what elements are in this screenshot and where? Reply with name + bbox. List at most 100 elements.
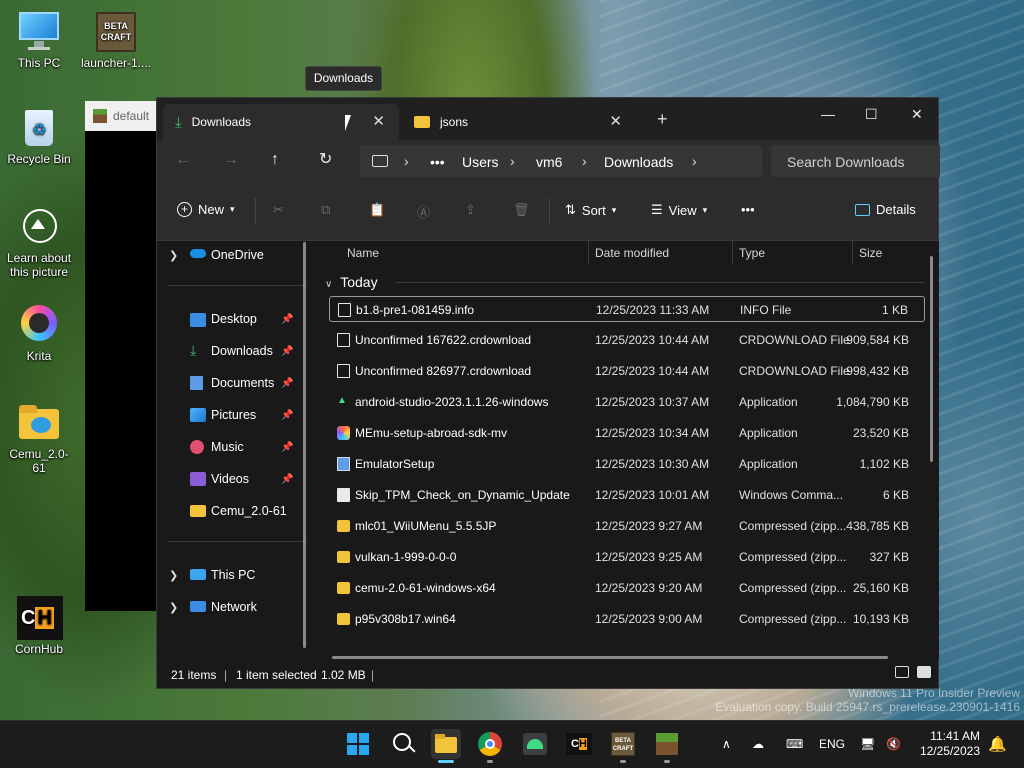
copy-icon[interactable]: ⧉ [321,202,330,218]
file-row[interactable]: Unconfirmed 826977.crdownload 12/25/2023 … [329,358,925,384]
column-divider[interactable] [588,241,589,265]
background-window-titlebar[interactable]: default [85,101,160,131]
pin-icon[interactable]: 📌 [281,314,293,325]
paste-icon[interactable]: 📋 [369,202,385,218]
file-row[interactable]: cemu-2.0-61-windows-x64 12/25/2023 9:20 A… [329,575,925,601]
cornhub-icon[interactable]: CH [564,729,594,759]
desktop-icon-launcher[interactable]: BETA CRAFT launcher-1.... [80,10,152,70]
file-row[interactable]: EmulatorSetup 12/25/2023 10:30 AM Applicat… [329,451,925,477]
pin-icon[interactable]: 📌 [281,378,293,389]
pin-icon[interactable]: 📌 [281,442,293,453]
sidebar-item-music[interactable]: Music 📌 [157,433,307,461]
breadcrumb-users[interactable]: Users [462,154,499,170]
onedrive-cloud-icon[interactable]: ☁ [752,737,764,751]
new-tab-button[interactable]: + [657,110,668,128]
breadcrumb-chevron-icon[interactable]: › [692,153,697,169]
chrome-icon[interactable] [475,729,505,759]
close-tab-icon[interactable]: ✕ [609,114,622,129]
close-window-button[interactable]: ✕ [911,106,923,123]
column-divider[interactable] [852,241,853,265]
view-button[interactable]: ☰ View ▾ [651,202,707,218]
minimize-button[interactable]: — [821,106,835,122]
file-row[interactable]: Unconfirmed 167622.crdownload 12/25/2023 … [329,327,925,353]
desktop-icon-cornhub[interactable]: CH CornHub [3,596,75,656]
pin-icon[interactable]: 📌 [281,346,293,357]
column-divider[interactable] [732,241,733,265]
forward-arrow-icon[interactable]: → [223,152,239,168]
android-studio-icon[interactable] [520,729,550,759]
sidebar-item-pictures[interactable]: Pictures 📌 [157,401,307,429]
keyboard-icon[interactable]: ⌨ [786,737,803,751]
status-divider: | [371,668,375,682]
address-bar[interactable]: › ••• Users › vm6 › Downloads › [360,145,762,177]
cut-icon[interactable]: ✂ [273,202,284,218]
chevron-right-icon[interactable]: ❯ [169,601,178,614]
file-row[interactable]: Skip_TPM_Check_on_Dynamic_Update 12/25/20… [329,482,925,508]
rename-icon[interactable]: Ⓐ [417,202,430,221]
chevron-right-icon[interactable]: ❯ [169,569,178,582]
tiles-view-icon[interactable] [917,666,931,678]
file-row[interactable]: mlc01_WiiUMenu_5.5.5JP 12/25/2023 9:27 AM… [329,513,925,539]
sidebar-item-cemu[interactable]: Cemu_2.0-61 [157,497,307,525]
pin-icon[interactable]: 📌 [281,410,293,421]
file-list-vertical-scrollbar[interactable] [930,256,933,462]
details-button[interactable]: Details [855,202,916,217]
sidebar-item-onedrive[interactable]: ❯ OneDrive [157,241,307,269]
more-options-button[interactable]: ••• [741,202,755,217]
search-icon[interactable] [388,729,418,759]
sidebar-item-desktop[interactable]: Desktop 📌 [157,305,307,333]
new-button[interactable]: + New ▾ [177,202,235,217]
sidebar-item-documents[interactable]: Documents 📌 [157,369,307,397]
breadcrumb-overflow[interactable]: ••• [430,154,445,170]
zip-folder-icon [337,551,350,563]
notification-bell-icon[interactable]: 🔔 [988,735,1007,753]
network-icon[interactable]: 🖥 [860,737,875,751]
file-row[interactable]: b1.8-pre1-081459.info 12/25/2023 11:33 AM… [329,296,925,322]
breadcrumb-downloads[interactable]: Downloads [604,154,673,170]
back-arrow-icon[interactable]: ← [175,152,191,168]
start-icon[interactable] [343,729,373,759]
column-header-size[interactable]: Size [859,246,882,260]
chevron-right-icon[interactable]: ❯ [169,249,178,262]
file-explorer-icon[interactable] [431,729,461,759]
sidebar-item-this-pc[interactable]: ❯ This PC [157,561,307,589]
desktop-icon-this-pc[interactable]: This PC [3,10,75,70]
desktop-icon-recycle-bin[interactable]: ♻ Recycle Bin [3,106,75,166]
group-header-today[interactable]: ∨ Today [325,274,925,290]
breadcrumb-vm6[interactable]: vm6 [536,154,562,170]
column-header-name[interactable]: Name [347,246,379,260]
sidebar-item-videos[interactable]: Videos 📌 [157,465,307,493]
tab-downloads[interactable]: ⤓ Downloads ✕ [163,104,399,140]
betacraft-icon[interactable]: BETA CRAFT [608,729,638,759]
tab-jsons[interactable]: jsons ✕ [404,104,636,140]
show-hidden-icons-chevron-icon[interactable]: ∧ [722,737,731,751]
sidebar-scrollbar[interactable] [303,242,306,648]
file-row[interactable]: ▲ android-studio-2023.1.1.26-windows 12/25… [329,389,925,415]
desktop-icon-learn-about-picture[interactable]: Learn about this picture [3,205,75,279]
up-arrow-icon[interactable]: ↑ [271,152,279,168]
delete-icon[interactable]: 🗑 [513,202,530,218]
file-list-horizontal-scrollbar[interactable] [332,656,888,659]
file-row[interactable]: vulkan-1-999-0-0-0 12/25/2023 9:25 AM Comp… [329,544,925,570]
minecraft-icon[interactable] [652,729,682,759]
volume-muted-icon[interactable]: 🔇 [886,737,901,751]
background-window[interactable]: default [85,101,160,611]
search-box[interactable]: Search Downloads [771,145,940,177]
maximize-button[interactable]: ☐ [865,106,878,123]
sidebar-item-downloads[interactable]: ⤓ Downloads 📌 [157,337,307,365]
file-row[interactable]: p95v308b17.win64 12/25/2023 9:00 AM Compre… [329,606,925,632]
column-header-type[interactable]: Type [739,246,765,260]
file-row[interactable]: MEmu-setup-abroad-sdk-mv 12/25/2023 10:34… [329,420,925,446]
sort-button[interactable]: ⇅ Sort ▾ [565,202,616,218]
details-view-icon[interactable] [895,666,909,678]
pin-icon[interactable]: 📌 [281,474,293,485]
sidebar-item-network[interactable]: ❯ Network [157,593,307,621]
close-tab-icon[interactable]: ✕ [372,114,385,129]
column-header-date[interactable]: Date modified [595,246,669,260]
desktop-icon-cemu[interactable]: Cemu_2.0-61 [3,401,75,475]
taskbar-clock[interactable]: 11:41 AM 12/25/2023 [918,729,980,759]
refresh-icon[interactable]: ↻ [319,152,332,168]
language-indicator[interactable]: ENG [819,737,845,751]
share-icon[interactable]: ⇪ [465,202,476,218]
desktop-icon-krita[interactable]: Krita [3,303,75,363]
